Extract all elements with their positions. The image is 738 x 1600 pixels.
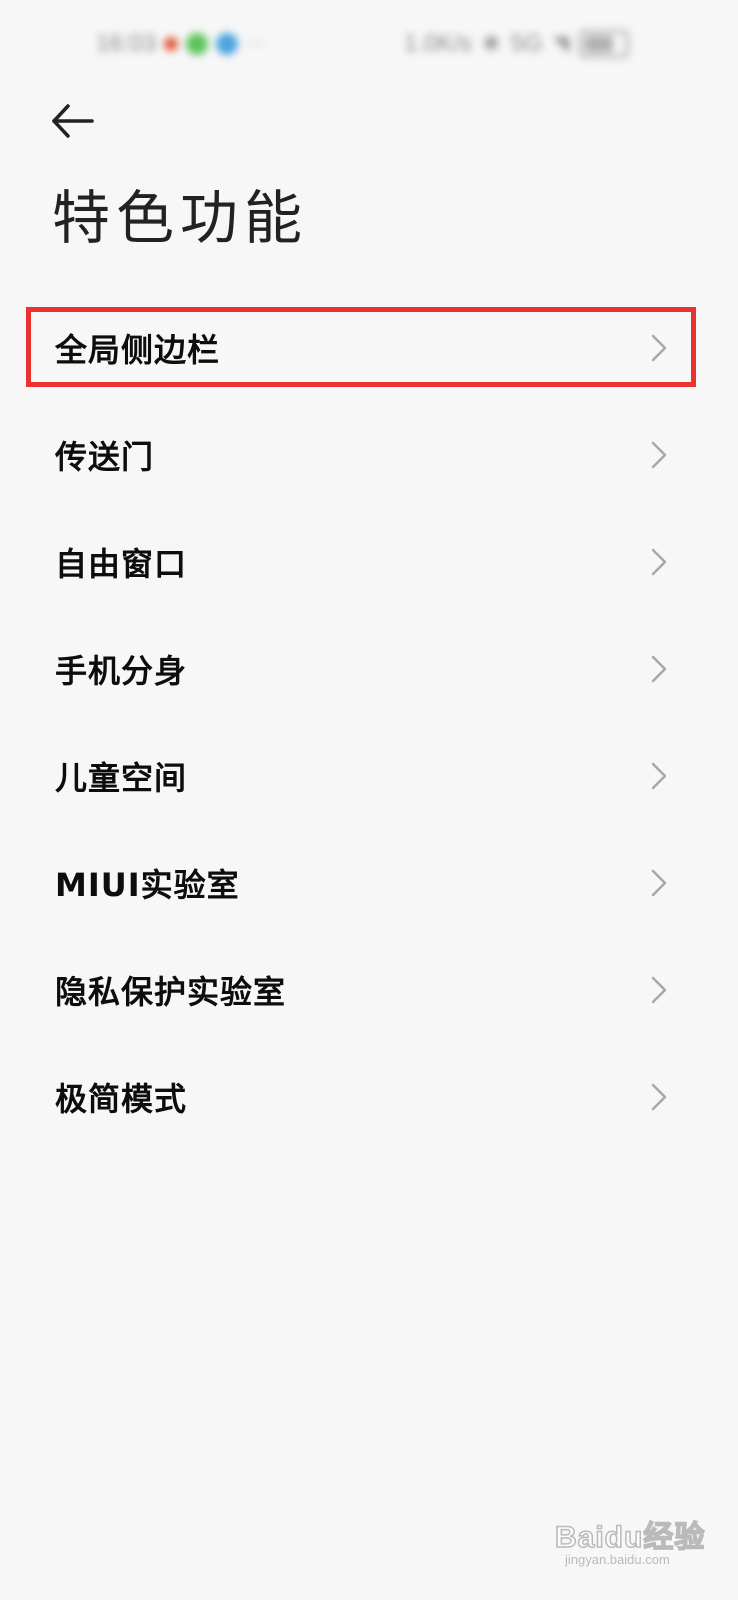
notification-dot-icon [164,37,179,51]
menu-item-free-window[interactable]: 自由窗口 [0,508,738,615]
menu-item-global-sidebar[interactable]: 全局侧边栏 [0,294,738,401]
menu-item-label: MIUI实验室 [55,865,240,904]
chevron-right-icon [651,441,667,468]
menu-item-label: 传送门 [55,437,155,476]
baidu-watermark: Baidu经验 jingyan.baidu.com [554,1500,715,1570]
chevron-right-icon [651,976,667,1003]
menu-item-miui-lab[interactable]: MIUI实验室 [0,829,738,936]
arrow-left-icon [52,104,94,138]
chevron-right-icon [651,762,667,789]
watermark-logo-text: Baidu经验 [554,1520,706,1555]
chevron-right-icon [651,334,667,361]
menu-item-simple-mode[interactable]: 极简模式 [0,1043,738,1150]
battery-icon [579,30,630,58]
menu-item-second-space[interactable]: 手机分身 [0,615,738,722]
menu-item-label: 自由窗口 [55,544,188,583]
network-speed: 1.0K/s [404,30,473,57]
menu-item-label: 手机分身 [55,651,188,690]
bluetooth-icon: ✱ [482,31,501,57]
menu-item-privacy-lab[interactable]: 隐私保护实验室 [0,936,738,1043]
chevron-right-icon [651,548,667,575]
network-type: 5G [510,30,543,57]
menu-item-kids-space[interactable]: 儿童空间 [0,722,738,829]
chevron-right-icon [651,1083,667,1110]
chevron-right-icon [651,655,667,682]
menu-item-portal[interactable]: 传送门 [0,401,738,508]
wechat-icon [186,33,209,55]
menu-item-label: 极简模式 [55,1079,188,1118]
back-button[interactable] [48,100,98,142]
status-bar: 16:03 ··· 1.0K/s ✱ 5G ◥ [0,0,738,90]
app-icon [216,33,239,55]
status-left: 16:03 ··· [96,30,265,58]
menu-item-label: 隐私保护实验室 [55,972,287,1011]
status-time: 16:03 [96,30,157,57]
watermark-url: jingyan.baidu.com [565,1552,670,1567]
page-title: 特色功能 [52,184,309,252]
chevron-right-icon [651,869,667,896]
more-icon: ··· [246,32,266,56]
menu-item-label: 全局侧边栏 [55,330,221,369]
menu-item-label: 儿童空间 [55,758,188,797]
status-right: 1.0K/s ✱ 5G ◥ [404,30,630,58]
wifi-icon: ◥ [552,31,570,57]
